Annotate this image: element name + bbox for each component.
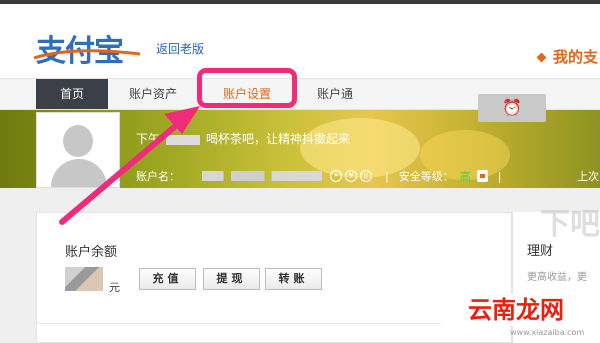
account-info-row: 账户名： • ¥ ▯ | 安全等级： 高 | [136, 168, 511, 184]
header: 支付宝 返回老版 我的支 [0, 4, 600, 78]
id-card-icon[interactable]: ¥ [345, 170, 357, 182]
divider: | [385, 169, 389, 183]
logo-swoosh-icon [33, 49, 141, 60]
security-level: 高 [459, 170, 471, 183]
divider: | [497, 169, 502, 183]
old-version-link[interactable]: 返回老版 [156, 40, 204, 57]
alipay-logo[interactable]: 支付宝 [33, 26, 141, 70]
alarm-clock-icon: ⏰ [502, 98, 522, 117]
masked-account-name [202, 171, 322, 181]
user-icon[interactable]: • [330, 170, 342, 182]
transfer-button[interactable]: 转账 [265, 268, 322, 290]
wealth-subtitle: 更高收益，更 [527, 272, 587, 283]
avatar[interactable] [36, 112, 120, 188]
withdraw-button[interactable]: 提现 [203, 268, 260, 290]
watermark-brand: 云南龙网 [462, 294, 570, 326]
avatar-head [63, 125, 93, 157]
phone-icon[interactable]: ▯ [360, 170, 372, 182]
balance-card: 账户余额 元 充值 提现 转账 [36, 212, 512, 343]
alarm-clock-button[interactable]: ⏰ [478, 94, 546, 122]
tab-account-assets[interactable]: 账户资产 [118, 79, 188, 109]
diamond-icon [536, 52, 547, 63]
masked-username [166, 134, 201, 145]
divider [37, 323, 441, 324]
masked-balance-amount [65, 267, 103, 291]
greeting-message: 喝杯茶吧，让精神抖擞起来 [206, 132, 351, 146]
page-title-text: 我的支 [553, 48, 599, 66]
wealth-title[interactable]: 理财 [527, 240, 553, 259]
tab-account-tong[interactable]: 账户通 [300, 79, 370, 109]
recharge-button[interactable]: 充值 [139, 268, 196, 290]
tab-home[interactable]: 首页 [36, 79, 108, 109]
currency-unit: 元 [109, 281, 120, 294]
page-title: 我的支 [536, 46, 599, 67]
last-login: 上次 [577, 170, 599, 183]
avatar-body [51, 159, 107, 187]
greeting-prefix: 下午 [136, 132, 161, 146]
watermark-ghost: 下吧 [540, 207, 600, 242]
greeting: 下午 喝杯茶吧，让精神抖擞起来 [136, 130, 350, 147]
highlight-annotation [197, 68, 297, 108]
security-shield-icon[interactable] [476, 170, 488, 182]
balance-title: 账户余额 [65, 245, 118, 260]
watermark-url: www.xiazaiba.com [510, 328, 585, 337]
security-label: 安全等级： [398, 170, 454, 183]
account-label: 账户名： [136, 170, 180, 183]
